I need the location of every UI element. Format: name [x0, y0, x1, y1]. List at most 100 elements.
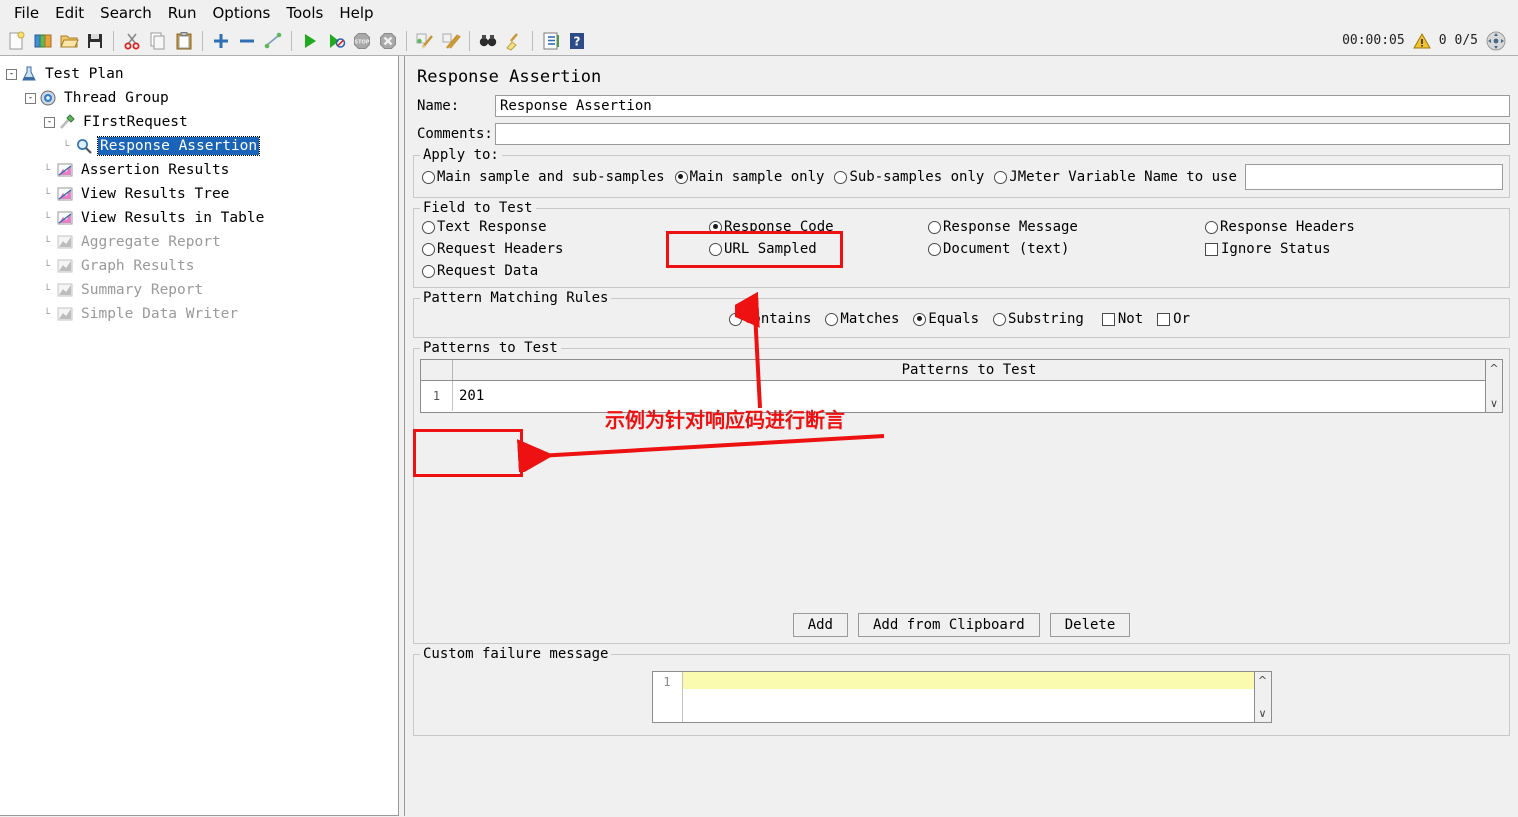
radio-url-sampled[interactable]: URL Sampled — [675, 241, 924, 257]
radio-text-response[interactable]: Text Response — [422, 219, 671, 235]
save-icon[interactable] — [82, 28, 108, 54]
menu-run[interactable]: Run — [160, 2, 205, 24]
editor-scrollbar[interactable]: ^ ∨ — [1253, 672, 1271, 722]
menu-edit[interactable]: Edit — [47, 2, 92, 24]
radio-document-text[interactable]: Document (text) — [928, 241, 1201, 257]
scroll-up-icon[interactable]: ^ — [1489, 362, 1498, 375]
radio-response-code[interactable]: Response Code — [675, 219, 924, 235]
checkbox-icon — [1157, 312, 1171, 326]
radio-request-headers[interactable]: Request Headers — [422, 241, 671, 257]
pattern-matching-rules-group: Pattern Matching Rules Contains Matches … — [413, 290, 1510, 338]
radio-label: Response Headers — [1220, 219, 1355, 235]
toolbar-separator — [202, 30, 203, 51]
checkbox-or[interactable]: Or — [1157, 311, 1190, 327]
tree-item-simple-data-writer[interactable]: └ Simple Data Writer — [6, 302, 398, 326]
table-row[interactable]: 1 201 — [421, 381, 1485, 411]
test-plan-tree-pane[interactable]: - Test Plan - Thread Group - FIrstRequest └ Res… — [0, 56, 399, 816]
radio-icon — [674, 170, 688, 184]
radio-response-message[interactable]: Response Message — [928, 219, 1201, 235]
paste-icon[interactable] — [171, 28, 197, 54]
tree-item-graph-results[interactable]: └ Graph Results — [6, 254, 398, 278]
comments-row: Comments: — [413, 123, 1510, 145]
radio-icon — [928, 242, 941, 256]
tree-item-test-plan[interactable]: - Test Plan — [6, 62, 398, 86]
radio-request-data[interactable]: Request Data — [422, 263, 671, 279]
custom-failure-editor[interactable]: 1 ^ ∨ — [651, 671, 1272, 723]
checkbox-not[interactable]: Not — [1101, 311, 1143, 327]
new-icon[interactable] — [4, 28, 30, 54]
menu-tools[interactable]: Tools — [278, 2, 331, 24]
tree-item-response-assertion[interactable]: └ Response Assertion — [6, 134, 398, 158]
menu-file[interactable]: File — [6, 2, 47, 24]
pattern-cell[interactable]: 201 — [453, 381, 1485, 411]
radio-substring[interactable]: Substring — [993, 311, 1084, 327]
menu-search[interactable]: Search — [92, 2, 160, 24]
radio-icon — [728, 312, 742, 326]
help-icon[interactable]: ? — [564, 28, 590, 54]
function-helper-icon[interactable] — [538, 28, 564, 54]
tree-item-label: View Results Tree — [81, 186, 230, 202]
radio-main-only[interactable]: Main sample only — [674, 169, 824, 185]
radio-jmeter-variable[interactable]: JMeter Variable Name to use — [994, 169, 1237, 185]
tree-item-assertion-results[interactable]: └ Assertion Results — [6, 158, 398, 182]
radio-main-and-sub[interactable]: Main sample and sub-samples — [422, 169, 665, 185]
templates-icon[interactable] — [30, 28, 56, 54]
tree-item-firstrequest[interactable]: - FIrstRequest — [6, 110, 398, 134]
scroll-up-icon[interactable]: ^ — [1258, 674, 1267, 687]
editor-text-area[interactable] — [682, 672, 1254, 722]
patterns-table[interactable]: Patterns to Test 1 201 ^ ∨ — [420, 359, 1503, 413]
copy-icon[interactable] — [145, 28, 171, 54]
add-button[interactable]: Add — [792, 613, 848, 637]
reset-search-icon[interactable] — [501, 28, 527, 54]
tree-item-thread-group[interactable]: - Thread Group — [6, 86, 398, 110]
radio-label: Sub-samples only — [849, 169, 985, 185]
menu-help[interactable]: Help — [331, 2, 381, 24]
open-icon[interactable] — [56, 28, 82, 54]
thread-activity-icon[interactable] — [1486, 31, 1506, 51]
cut-icon[interactable] — [119, 28, 145, 54]
clear-icon[interactable] — [412, 28, 438, 54]
start-icon[interactable] — [297, 28, 323, 54]
expand-all-icon[interactable] — [208, 28, 234, 54]
radio-sub-only[interactable]: Sub-samples only — [834, 169, 984, 185]
radio-icon — [834, 170, 848, 184]
jmeter-variable-input[interactable] — [1244, 164, 1503, 190]
tree-expand-toggle[interactable]: - — [25, 92, 36, 104]
start-no-pauses-icon[interactable] — [323, 28, 349, 54]
stop-icon[interactable]: STOP — [349, 28, 375, 54]
add-from-clipboard-button[interactable]: Add from Clipboard — [858, 613, 1040, 637]
menu-options[interactable]: Options — [204, 2, 278, 24]
collapse-all-icon[interactable] — [234, 28, 260, 54]
tree-expand-toggle[interactable]: - — [44, 116, 55, 128]
tree-item-view-results-in-table[interactable]: └ View Results in Table — [6, 206, 398, 230]
scroll-down-icon[interactable]: ∨ — [1490, 397, 1498, 410]
tree-expand-toggle[interactable]: - — [6, 68, 17, 80]
delete-button[interactable]: Delete — [1049, 613, 1131, 637]
shutdown-icon[interactable] — [375, 28, 401, 54]
patterns-scrollbar[interactable]: ^ ∨ — [1485, 360, 1502, 412]
tree-item-summary-report[interactable]: └ Summary Report — [6, 278, 398, 302]
response-assertion-panel: Response Assertion Name: Comments: Apply… — [404, 56, 1518, 816]
apply-to-legend: Apply to: — [420, 147, 502, 163]
radio-matches[interactable]: Matches — [825, 311, 899, 327]
name-input[interactable] — [495, 95, 1510, 117]
search-icon[interactable] — [475, 28, 501, 54]
row-number-column-header — [421, 360, 453, 380]
radio-equals[interactable]: Equals — [913, 311, 979, 327]
checkbox-ignore-status[interactable]: Ignore Status — [1205, 241, 1497, 257]
scroll-down-icon[interactable]: ∨ — [1258, 707, 1266, 720]
tree-item-aggregate-report[interactable]: └ Aggregate Report — [6, 230, 398, 254]
custom-failure-inner: 1 ^ ∨ — [422, 665, 1501, 735]
warning-icon[interactable] — [1412, 32, 1431, 50]
radio-contains[interactable]: Contains — [728, 311, 811, 327]
radio-response-headers[interactable]: Response Headers — [1205, 219, 1497, 235]
radio-icon — [928, 220, 941, 234]
tree-item-label: Simple Data Writer — [81, 306, 239, 322]
clear-all-icon[interactable] — [438, 28, 464, 54]
radio-icon — [913, 312, 927, 326]
tree-item-view-results-tree[interactable]: └ View Results Tree — [6, 182, 398, 206]
threadgroup-icon — [39, 89, 59, 107]
comments-input[interactable] — [495, 123, 1510, 145]
toggle-icon[interactable] — [260, 28, 286, 54]
toolbar-separator — [113, 30, 114, 51]
